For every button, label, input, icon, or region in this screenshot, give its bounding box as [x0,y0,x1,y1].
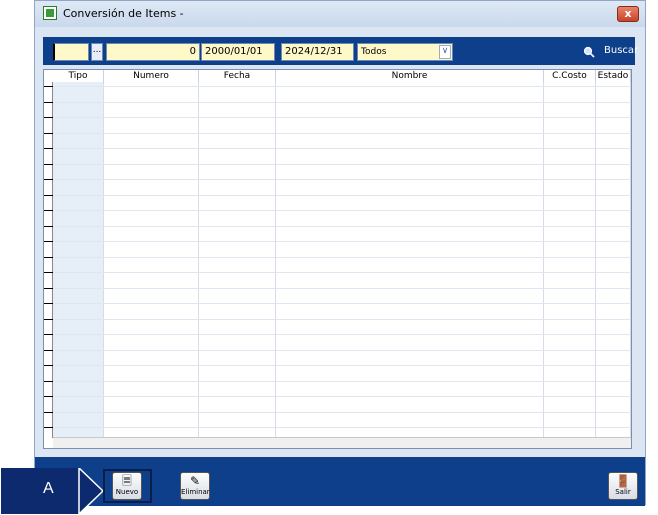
row-marker [44,210,53,211]
table-row[interactable] [44,179,631,180]
table-row[interactable] [44,365,631,366]
exit-door-icon: 🚪 [615,474,631,488]
new-button[interactable]: 🗏 Nuevo [112,472,142,500]
table-row[interactable] [44,257,631,258]
column-header[interactable]: Fecha [199,70,276,82]
table-row[interactable] [44,303,631,304]
table-row[interactable] [44,117,631,118]
row-marker [44,427,53,428]
table-row[interactable] [44,195,631,196]
search-button[interactable]: Buscar [604,45,638,56]
items-grid[interactable]: Tipo Numero Fecha Nombre C.Costo Estado [43,69,632,449]
search-icon[interactable] [583,46,595,58]
chevron-down-icon[interactable]: ∨ [439,45,451,59]
grid-column [596,82,631,438]
grid-column [276,82,544,438]
date-to-input[interactable]: 2024/12/31 [281,43,354,61]
status-select[interactable]: Todos ∨ [357,43,453,61]
browse-button[interactable]: ... [91,43,103,61]
grid-header: Tipo Numero Fecha Nombre C.Costo Estado [44,70,631,82]
row-indicator-column [44,82,53,438]
row-marker [44,288,53,289]
filter-toolbar: ... 0 2000/01/01 2024/12/31 Todos ∨ Busc… [43,37,638,65]
row-marker [44,86,53,87]
new-button-label: Nuevo [115,488,139,496]
column-header[interactable]: Numero [104,70,199,82]
table-row[interactable] [44,86,631,87]
row-marker [44,179,53,180]
row-marker [44,117,53,118]
row-marker [44,365,53,366]
row-marker [44,319,53,320]
row-marker [44,195,53,196]
table-row[interactable] [44,396,631,397]
new-document-icon: 🗏 [122,474,132,488]
row-marker [44,257,53,258]
title-bar: Conversión de Items - x [35,1,645,27]
app-icon [43,6,57,20]
window-title: Conversión de Items - [63,7,184,20]
row-marker [44,226,53,227]
close-button[interactable]: x [617,6,639,22]
row-marker [44,133,53,134]
row-marker [44,148,53,149]
number-input[interactable]: 0 [106,43,200,61]
row-marker [44,396,53,397]
exit-button[interactable]: 🚪 Salir [608,472,638,500]
column-header[interactable]: Tipo [53,70,104,82]
table-row[interactable] [44,148,631,149]
row-marker [44,350,53,351]
table-row[interactable] [44,133,631,134]
column-header[interactable]: C.Costo [544,70,596,82]
row-marker [44,334,53,335]
row-marker [44,241,53,242]
table-row[interactable] [44,319,631,320]
table-row[interactable] [44,272,631,273]
table-row[interactable] [44,102,631,103]
row-marker [44,381,53,382]
row-marker [44,102,53,103]
table-row[interactable] [44,412,631,413]
table-row[interactable] [44,334,631,335]
table-row[interactable] [44,210,631,211]
column-header[interactable]: Nombre [276,70,544,82]
eraser-icon: ✎ [189,474,201,488]
table-row[interactable] [44,288,631,289]
main-window: Conversión de Items - x ... 0 2000/01/01… [34,0,646,506]
table-row[interactable] [44,226,631,227]
row-marker [44,412,53,413]
grid-column [104,82,199,438]
callout-label: A [43,480,54,497]
row-marker [44,303,53,304]
table-row[interactable] [44,350,631,351]
table-row[interactable] [44,381,631,382]
row-marker [44,272,53,273]
status-select-value: Todos [361,47,387,57]
delete-button-label: Eliminar [181,488,210,496]
table-row[interactable] [44,241,631,242]
code-input[interactable] [53,43,89,61]
date-from-input[interactable]: 2000/01/01 [201,43,275,61]
delete-button[interactable]: ✎ Eliminar [180,472,210,500]
grid-column [53,82,104,438]
row-marker [44,164,53,165]
grid-column [544,82,596,438]
column-header[interactable]: Estado [596,70,631,82]
exit-button-label: Salir [615,488,631,496]
table-row[interactable] [44,427,631,428]
grid-column [199,82,276,438]
horizontal-scrollbar[interactable] [53,437,631,448]
table-row[interactable] [44,164,631,165]
